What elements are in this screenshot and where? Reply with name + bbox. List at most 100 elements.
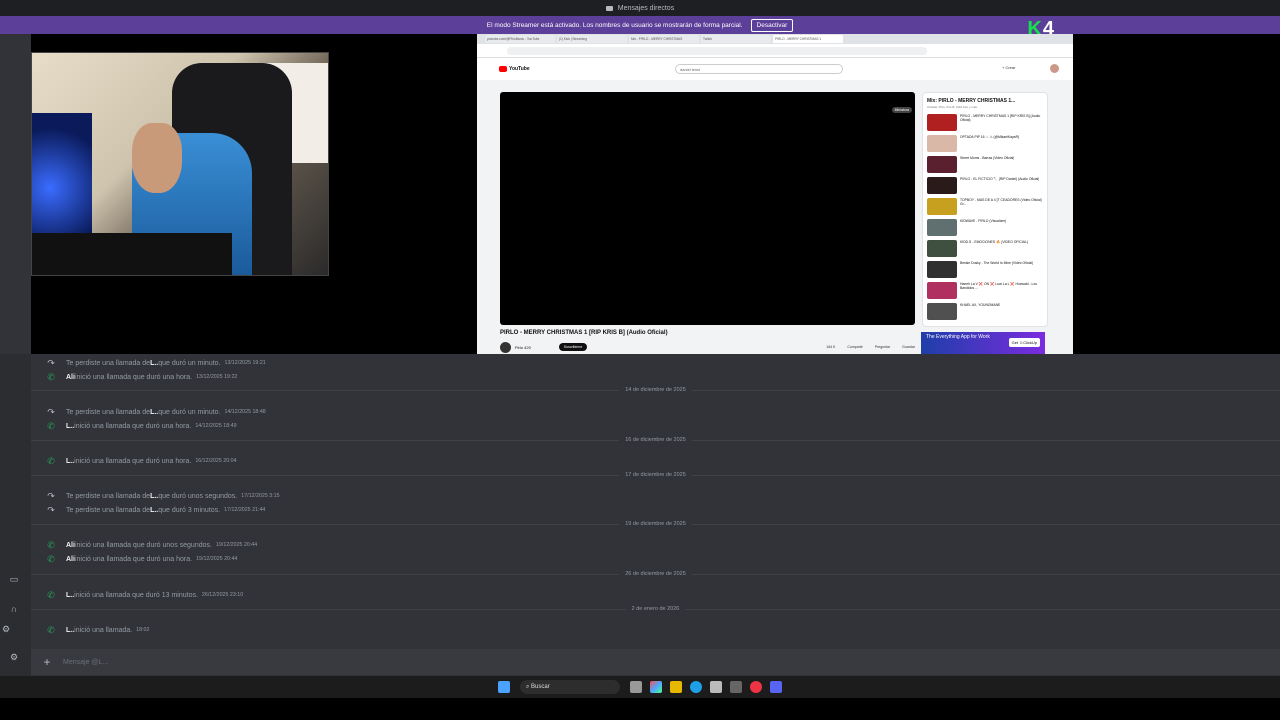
settings-gear-icon[interactable]: ⚙ <box>0 624 12 634</box>
edge-icon[interactable] <box>690 681 702 693</box>
user-settings-gear-icon[interactable]: ⚙ <box>8 652 20 662</box>
username[interactable]: L.. <box>66 627 74 634</box>
playlist-thumbnail <box>927 198 957 215</box>
copilot-icon[interactable] <box>650 681 662 693</box>
playlist-item-title: Street Moms - Barras (Video Oficial) <box>960 156 1015 160</box>
username[interactable]: L.. <box>150 409 158 416</box>
timestamp: 13/12/2025 19:21 <box>224 360 266 366</box>
playlist-thumbnail <box>927 261 957 278</box>
channel-avatar[interactable] <box>500 341 511 353</box>
youtube-search-input[interactable]: daniel lenni <box>675 64 843 74</box>
chat-icon[interactable]: ▭ <box>8 574 20 584</box>
store-icon[interactable] <box>710 681 722 693</box>
date-separator: 16 de diciembre de 2025 <box>31 435 1280 445</box>
playlist-item-title: KIDWAVE - PIRLO (Visualizer) <box>960 219 1007 223</box>
create-button[interactable]: + Crear <box>1002 65 1015 70</box>
username[interactable]: L.. <box>66 458 74 465</box>
missed-call-icon: ↷ <box>47 490 55 501</box>
username[interactable]: Ali <box>66 374 75 381</box>
username[interactable]: L.. <box>150 493 158 500</box>
username[interactable]: L.. <box>150 360 158 367</box>
date-separator-label: 17 de diciembre de 2025 <box>625 472 686 478</box>
playlist-item[interactable]: OPTADA PIP 16 ☆ ⚠ (@MikaelKayaR) <box>923 134 1047 155</box>
call-log-entry: ↷ Te perdiste una llamada de L.. que duró… <box>45 504 265 516</box>
playlist-item[interactable]: Street Moms - Barras (Video Oficial) <box>923 155 1047 176</box>
subscribe-button[interactable]: Suscribirme <box>558 343 588 351</box>
playlist-item[interactable]: Haneh La V ❌ ON ❌ Luar La L ❌ Hozwald - … <box>923 281 1047 302</box>
browser-tab[interactable]: Mix - PIRLO - MERRY CHRISTMAS <box>629 35 699 43</box>
video-action-button[interactable]: Guardar <box>902 345 915 349</box>
playlist-item[interactable]: KIDD.S - EMOCIONES 🔥 (VIDEO OFICIAL) <box>923 239 1047 260</box>
discord-icon[interactable] <box>770 681 782 693</box>
ad-get-button[interactable]: Get ☺ClickUp <box>1008 338 1040 347</box>
date-separator: 14 de diciembre de 2025 <box>31 385 1280 395</box>
playlist-item[interactable]: Bessie Dusky - The World Is Mine (Video … <box>923 260 1047 281</box>
timestamp: 19/12/2025 20:44 <box>196 556 238 562</box>
playlist-item-title: Haneh La V ❌ ON ❌ Luar La L ❌ Hozwald - … <box>960 282 1037 291</box>
chrome-icon[interactable] <box>750 681 762 693</box>
window-titlebar: Mensajes directos <box>0 0 1280 16</box>
playlist-item[interactable]: PIRLO - EL FICTICIO 🔪 (RIP Daniel) (Audi… <box>923 176 1047 197</box>
video-action-button[interactable]: Compartir <box>847 345 862 349</box>
browser-tab[interactable]: (1) Kick | Streaming <box>557 35 627 43</box>
bottom-bar <box>0 698 1280 720</box>
app-icon[interactable] <box>730 681 742 693</box>
date-separator-label: 19 de diciembre de 2025 <box>625 521 686 527</box>
entry-prefix: Te perdiste una llamada de <box>66 408 151 416</box>
webcam-feed <box>31 52 329 276</box>
phone-icon: ✆ <box>47 553 55 564</box>
playlist-item[interactable]: KIDWAVE - PIRLO (Visualizer) <box>923 218 1047 239</box>
browser-tab[interactable]: PIRLO - MERRY CHRISTMAS 1 <box>773 35 843 43</box>
username[interactable]: Ali <box>66 542 75 549</box>
taskbar-search[interactable]: ⌕ Buscar <box>520 680 620 694</box>
call-log-entry: ↷ Te perdiste una llamada de L.. que duró… <box>45 357 266 369</box>
windows-taskbar: ⌕ Buscar <box>0 676 1280 698</box>
deactivate-streamer-button[interactable]: Desactivar <box>750 18 794 32</box>
timestamp: 13/12/2025 19:22 <box>196 374 238 380</box>
browser-tab[interactable]: youtube.com/@PirloMusic - YouTube <box>485 35 555 43</box>
message-input[interactable]: Mensaje @L... <box>63 659 108 666</box>
call-log-entry: ✆ L.. inició una llamada que duró 13 minu… <box>45 589 243 601</box>
entry-prefix: Te perdiste una llamada de <box>66 506 151 514</box>
playlist-item-title: OPTADA PIP 16 ☆ ⚠ (@MikaelKayaR) <box>960 135 1020 139</box>
entry-prefix: Te perdiste una llamada de <box>66 492 151 500</box>
playlist-item[interactable]: KHAEL AX, YOUNGMANE <box>923 302 1047 323</box>
browser-tab[interactable]: Twitch <box>701 35 771 43</box>
youtube-header: YouTube daniel lenni + Crear <box>477 58 1073 80</box>
task-view-icon[interactable] <box>630 681 642 693</box>
video-player[interactable]: Miniatura <box>500 92 915 325</box>
video-title: PIRLO - MERRY CHRISTMAS 1 [RIP KRIS B] (… <box>500 330 668 336</box>
playlist-item-title: PIRLO - MERRY CHRISTMAS 1 [RIP KRIS B] (… <box>960 114 1041 123</box>
entry-text: inició una llamada que duró una hora. <box>74 373 193 381</box>
address-bar[interactable] <box>477 44 1073 58</box>
headset-icon[interactable]: ∩ <box>8 604 20 614</box>
add-attachment-icon[interactable]: + <box>31 655 63 669</box>
video-action-button[interactable]: Preguntar <box>875 345 890 349</box>
username[interactable]: L.. <box>66 592 74 599</box>
start-icon[interactable] <box>498 681 510 693</box>
playlist-item[interactable]: TOPBOY - MÁS DE A 4 [T CEADORES (Video O… <box>923 197 1047 218</box>
avatar[interactable] <box>1050 64 1059 73</box>
call-log-entry: ✆ L.. inició una llamada. 18:02 <box>45 624 149 636</box>
playlist-item-title: KHAEL AX, YOUNGMANE <box>960 303 1001 307</box>
playlist-subtitle: Artistas: Pirlo, Kris B, Kidd Keo y más <box>927 105 978 109</box>
miniplayer-badge[interactable]: Miniatura <box>891 107 912 113</box>
file-explorer-icon[interactable] <box>670 681 682 693</box>
clickup-ad[interactable]: The Everything App for Work Get ☺ClickUp <box>921 332 1045 354</box>
playlist-item[interactable]: PIRLO - MERRY CHRISTMAS 1 [RIP KRIS B] (… <box>923 113 1047 134</box>
call-log-entry: ✆ L.. inició una llamada que duró una hor… <box>45 420 236 432</box>
playlist-thumbnail <box>927 303 957 320</box>
phone-icon: ✆ <box>47 455 55 466</box>
phone-icon: ✆ <box>47 624 55 635</box>
date-separator-label: 2 de enero de 2026 <box>631 606 680 612</box>
youtube-logo[interactable]: YouTube <box>499 66 530 72</box>
username[interactable]: Ali <box>66 556 75 563</box>
date-separator-label: 26 de diciembre de 2025 <box>625 571 686 577</box>
video-action-button[interactable]: 164 K <box>826 345 835 349</box>
playlist-title: Mix: PIRLO - MERRY CHRISTMAS 1... <box>927 98 1016 104</box>
username[interactable]: L.. <box>66 423 74 430</box>
date-separator: 26 de diciembre de 2025 <box>31 569 1280 579</box>
channel-name[interactable]: Pirlo 420 <box>515 345 531 350</box>
call-history-log: ↷ Te perdiste una llamada de L.. que duró… <box>31 354 1280 644</box>
username[interactable]: L.. <box>150 507 158 514</box>
